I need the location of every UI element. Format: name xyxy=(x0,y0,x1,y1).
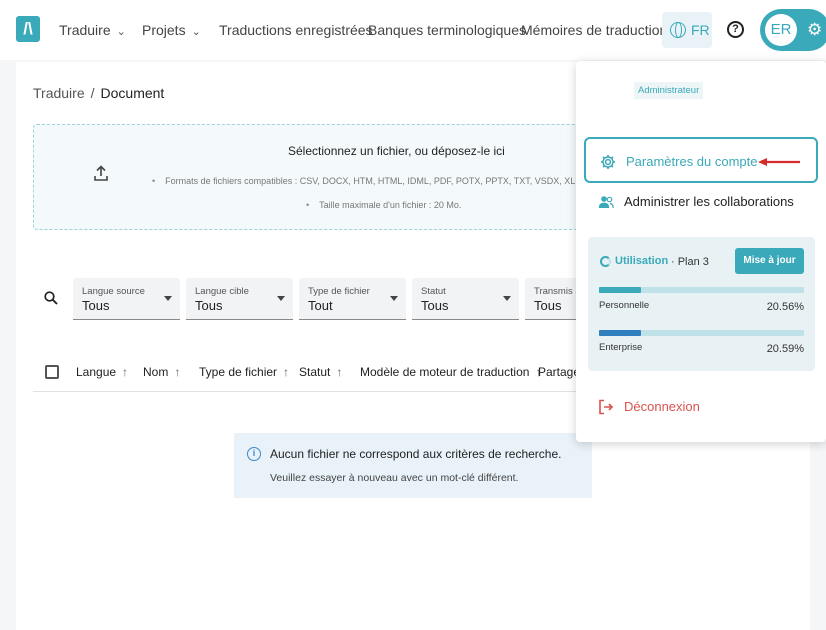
empty-state-title: Aucun fichier ne correspond aux critères… xyxy=(270,447,562,461)
filter-label: Type de fichier xyxy=(308,286,370,297)
filter-source-language[interactable]: Langue source Tous xyxy=(73,278,180,320)
nav-traduire-label: Traduire xyxy=(59,22,111,38)
filter-status[interactable]: Statut Tous xyxy=(412,278,519,320)
dropdown-arrow-icon xyxy=(164,296,172,301)
filter-value: Tous xyxy=(421,298,449,313)
chevron-down-icon: ⌄ xyxy=(191,26,201,38)
nav-memoires-de-traduction[interactable]: Mémoires de traduction xyxy=(521,20,667,40)
usage-panel: Utilisation · Plan 3 Mise à jour Personn… xyxy=(588,237,815,371)
manage-collaborations-label: Administrer les collaborations xyxy=(624,194,794,209)
usage-bar-enterprise xyxy=(599,330,804,336)
breadcrumb: Traduire / Document xyxy=(33,84,164,102)
usage-bar-fill xyxy=(599,330,642,336)
account-settings-label: Paramètres du compte xyxy=(626,154,758,169)
breadcrumb-separator: / xyxy=(90,85,95,101)
column-language[interactable]: Langue ↑ xyxy=(76,364,128,380)
chevron-down-icon: ⌄ xyxy=(116,26,126,38)
column-file-type[interactable]: Type de fichier ↑ xyxy=(199,364,289,380)
sort-arrow-icon: ↑ xyxy=(122,365,129,379)
upload-icon xyxy=(94,165,108,181)
logout-label: Déconnexion xyxy=(624,399,700,414)
upgrade-button[interactable]: Mise à jour xyxy=(735,248,804,274)
users-icon xyxy=(598,196,614,209)
usage-title: Utilisation xyxy=(615,255,669,267)
dropzone-max-size: Taille maximale d'un fichier : 20 Mo. xyxy=(306,199,461,211)
manage-collaborations-menu-item[interactable]: Administrer les collaborations xyxy=(584,179,818,225)
account-settings-menu-item[interactable]: Paramètres du compte xyxy=(584,137,818,183)
empty-state-subtitle: Veuillez essayer à nouveau avec un mot-c… xyxy=(270,472,519,484)
column-label: Nom xyxy=(143,365,169,379)
filter-value: Tout xyxy=(308,298,333,313)
sort-arrow-icon: ↑ xyxy=(336,365,343,379)
top-navbar: /\ Traduire ⌄ Projets ⌄ Traductions enregi… xyxy=(0,0,826,60)
column-label: Statut xyxy=(299,365,331,379)
column-shared[interactable]: Partagé xyxy=(538,364,580,380)
language-selector[interactable]: FR xyxy=(662,12,712,48)
usage-bar-fill xyxy=(599,287,642,293)
filter-label: Transmis à xyxy=(534,286,581,297)
dropzone-formats: Formats de fichiers compatibles : CSV, D… xyxy=(152,175,619,187)
logout-icon xyxy=(599,399,614,415)
logout-menu-item[interactable]: Déconnexion xyxy=(584,384,818,430)
avatar: ER xyxy=(765,14,797,46)
filter-value: Tous xyxy=(82,298,110,313)
help-icon[interactable]: ? xyxy=(727,21,744,38)
usage-plan: · Plan 3 xyxy=(671,256,709,268)
gear-icon xyxy=(601,155,615,169)
usage-bar-label: Personnelle xyxy=(599,300,650,311)
table-header: Langue ↑ Nom ↑ Type de fichier ↑ Statut ↑ Mo… xyxy=(33,362,593,392)
dropzone-title: Sélectionnez un fichier, ou déposez-le i… xyxy=(288,144,505,158)
column-name[interactable]: Nom ↑ xyxy=(143,364,180,380)
empty-state-alert: i Aucun fichier ne correspond aux critèr… xyxy=(234,433,592,498)
account-dropdown-menu: Administrateur Paramètres du compte Admi… xyxy=(576,61,826,442)
sort-arrow-icon: ↑ xyxy=(174,365,181,379)
annotation-arrow-icon xyxy=(758,158,800,166)
search-icon[interactable] xyxy=(44,291,58,305)
gear-icon: ⚙ xyxy=(807,20,823,39)
filter-label: Statut xyxy=(421,286,446,297)
filter-label: Langue source xyxy=(82,286,145,297)
dropdown-arrow-icon xyxy=(277,296,285,301)
filter-target-language[interactable]: Langue cible Tous xyxy=(186,278,293,320)
usage-bar-percent: 20.59% xyxy=(766,343,804,355)
column-status[interactable]: Statut ↑ xyxy=(299,364,342,380)
dropdown-arrow-icon xyxy=(390,296,398,301)
filter-file-type[interactable]: Type de fichier Tout xyxy=(299,278,406,320)
nav-traductions-enregistrees[interactable]: Traductions enregistrées xyxy=(219,20,373,40)
app-logo[interactable]: /\ xyxy=(16,16,40,42)
usage-bar-percent: 20.56% xyxy=(766,301,804,313)
filter-value: Tous xyxy=(195,298,223,313)
column-engine-model[interactable]: Modèle de moteur de traduction ↑ xyxy=(360,364,541,380)
usage-ring-icon xyxy=(600,256,611,267)
filter-value: Tous xyxy=(534,298,562,313)
nav-banques-terminologiques[interactable]: Banques terminologiques xyxy=(368,20,526,40)
column-label: Langue xyxy=(76,365,117,379)
nav-traduire[interactable]: Traduire ⌄ xyxy=(59,20,126,42)
file-dropzone[interactable]: Sélectionnez un fichier, ou déposez-le i… xyxy=(33,124,619,230)
user-menu-toggle[interactable]: ER ⚙ xyxy=(760,9,826,51)
select-all-checkbox[interactable] xyxy=(45,365,59,379)
language-code: FR xyxy=(691,22,710,38)
column-label: Modèle de moteur de traduction xyxy=(360,365,530,379)
breadcrumb-parent[interactable]: Traduire xyxy=(33,85,85,101)
info-icon: i xyxy=(247,447,261,461)
sort-arrow-icon: ↑ xyxy=(283,365,290,379)
filter-label: Langue cible xyxy=(195,286,249,297)
nav-projets[interactable]: Projets ⌄ xyxy=(142,20,201,42)
globe-icon xyxy=(670,22,686,38)
breadcrumb-current: Document xyxy=(100,85,165,101)
usage-bar-label: Enterprise xyxy=(599,342,643,353)
dropdown-arrow-icon xyxy=(503,296,511,301)
role-badge: Administrateur xyxy=(634,82,704,99)
nav-projets-label: Projets xyxy=(142,22,186,38)
column-label: Type de fichier xyxy=(199,365,278,379)
usage-bar-personal xyxy=(599,287,804,293)
